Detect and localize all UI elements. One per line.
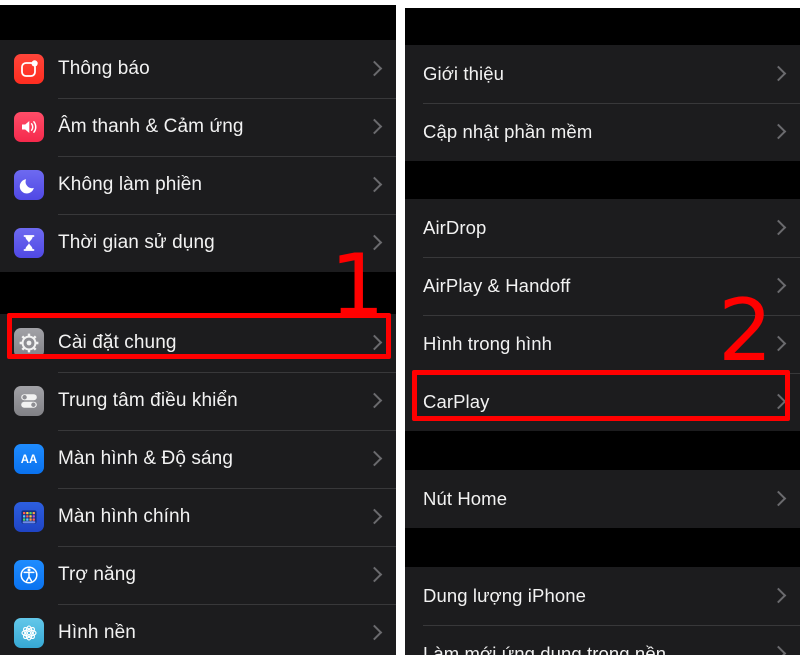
general-row-carplay[interactable]: CarPlay: [405, 373, 800, 431]
settings-row-label: Màn hình & Độ sáng: [58, 448, 234, 469]
chevron-right-icon: [773, 123, 784, 141]
sounds-haptics-icon: [14, 112, 44, 142]
chevron-right-icon: [369, 392, 380, 410]
chevron-right-icon: [369, 176, 380, 194]
display-brightness-icon: AA: [14, 444, 44, 474]
chevron-right-icon: [773, 65, 784, 83]
general-row-background-app-refresh[interactable]: Làm mới ứng dụng trong nền: [405, 625, 800, 655]
settings-row-home-screen[interactable]: Màn hình chính: [0, 488, 396, 546]
chevron-right-icon: [773, 277, 784, 295]
general-group-3: Nút Home: [405, 470, 800, 528]
home-screen-icon: [14, 502, 44, 532]
general-row-software-update[interactable]: Cập nhật phần mềm: [405, 103, 800, 161]
accessibility-icon: [14, 560, 44, 590]
settings-row-notifications[interactable]: Thông báo: [0, 40, 396, 98]
gear-icon: [14, 328, 44, 358]
chevron-right-icon: [773, 587, 784, 605]
settings-row-accessibility[interactable]: Trợ năng: [0, 546, 396, 604]
section-gap: [405, 161, 800, 199]
general-row-label: Hình trong hình: [423, 333, 553, 354]
general-row-home-button[interactable]: Nút Home: [405, 470, 800, 528]
control-center-icon: [14, 386, 44, 416]
general-row-iphone-storage[interactable]: Dung lượng iPhone: [405, 567, 800, 625]
settings-row-do-not-disturb[interactable]: Không làm phiền: [0, 156, 396, 214]
settings-row-label: Thông báo: [58, 58, 150, 79]
chevron-right-icon: [773, 219, 784, 237]
general-row-airdrop[interactable]: AirDrop: [405, 199, 800, 257]
chevron-right-icon: [369, 118, 380, 136]
chevron-right-icon: [369, 60, 380, 78]
section-gap: [405, 431, 800, 470]
section-gap: [405, 528, 800, 567]
screen-time-icon: [14, 228, 44, 258]
chevron-right-icon: [369, 450, 380, 468]
notifications-icon: [14, 54, 44, 84]
settings-row-label: Thời gian sử dụng: [58, 232, 215, 253]
settings-screen-left: Thông báo Âm thanh & Cảm ứng Không làm p…: [0, 5, 396, 655]
general-row-label: Dung lượng iPhone: [423, 585, 587, 606]
settings-row-wallpaper[interactable]: Hình nền: [0, 604, 396, 655]
screenshot-stage: Thông báo Âm thanh & Cảm ứng Không làm p…: [0, 0, 800, 655]
settings-row-label: Màn hình chính: [58, 506, 191, 527]
general-screen-right: Giới thiệu Cập nhật phần mềm AirDrop Air…: [405, 8, 800, 655]
settings-row-label: Không làm phiền: [58, 174, 203, 195]
general-row-label: Làm mới ứng dụng trong nền: [423, 643, 667, 655]
settings-row-label: Cài đặt chung: [58, 332, 177, 353]
general-group-2: AirDrop AirPlay & Handoff Hình trong hìn…: [405, 199, 800, 431]
chevron-right-icon: [369, 624, 380, 642]
general-row-picture-in-picture[interactable]: Hình trong hình: [405, 315, 800, 373]
general-row-about[interactable]: Giới thiệu: [405, 45, 800, 103]
settings-row-label: Âm thanh & Cảm ứng: [58, 116, 244, 137]
chevron-right-icon: [773, 490, 784, 508]
settings-row-display-brightness[interactable]: AA Màn hình & Độ sáng: [0, 430, 396, 488]
general-row-label: CarPlay: [423, 391, 490, 412]
chevron-right-icon: [369, 334, 380, 352]
section-gap: [0, 272, 396, 314]
settings-row-general[interactable]: Cài đặt chung: [0, 314, 396, 372]
general-group-1: Giới thiệu Cập nhật phần mềm: [405, 45, 800, 161]
chevron-right-icon: [369, 566, 380, 584]
chevron-right-icon: [369, 508, 380, 526]
general-row-label: Nút Home: [423, 488, 508, 509]
wallpaper-icon: [14, 618, 44, 648]
settings-group-2: Cài đặt chung Trung tâm điều khiển AA Mà…: [0, 314, 396, 655]
settings-row-control-center[interactable]: Trung tâm điều khiển: [0, 372, 396, 430]
general-row-label: Cập nhật phần mềm: [423, 121, 593, 142]
general-group-4: Dung lượng iPhone Làm mới ứng dụng trong…: [405, 567, 800, 655]
chevron-right-icon: [773, 335, 784, 353]
chevron-right-icon: [773, 645, 784, 655]
settings-row-screen-time[interactable]: Thời gian sử dụng: [0, 214, 396, 272]
settings-row-label: Trung tâm điều khiển: [58, 390, 238, 411]
settings-row-sounds-haptics[interactable]: Âm thanh & Cảm ứng: [0, 98, 396, 156]
chevron-right-icon: [773, 393, 784, 411]
general-row-airplay-handoff[interactable]: AirPlay & Handoff: [405, 257, 800, 315]
status-bar: [405, 8, 800, 45]
general-row-label: AirDrop: [423, 217, 487, 238]
general-row-label: AirPlay & Handoff: [423, 275, 571, 296]
general-row-label: Giới thiệu: [423, 63, 504, 84]
svg-text:AA: AA: [21, 454, 38, 466]
chevron-right-icon: [369, 234, 380, 252]
settings-row-label: Trợ năng: [58, 564, 137, 585]
settings-group-1: Thông báo Âm thanh & Cảm ứng Không làm p…: [0, 40, 396, 272]
status-bar: [0, 5, 396, 40]
settings-row-label: Hình nền: [58, 622, 136, 643]
do-not-disturb-icon: [14, 170, 44, 200]
